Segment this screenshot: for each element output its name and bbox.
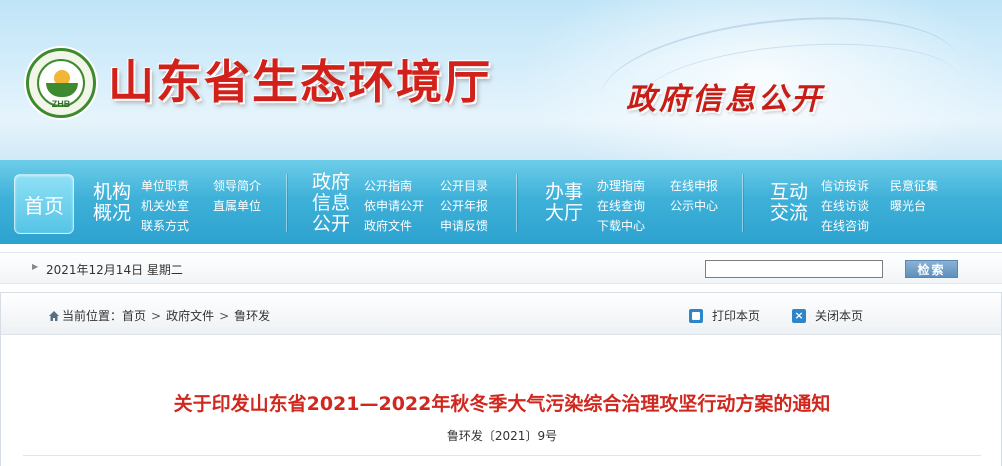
close-page-button[interactable]: × 关闭本页 [792, 307, 863, 324]
nav-link-leaders[interactable]: 领导简介 [213, 177, 261, 194]
nav-link-affiliated-units[interactable]: 直属单位 [213, 197, 261, 214]
current-date: 2021年12月14日 星期二 [46, 263, 183, 277]
nav-separator [286, 174, 287, 232]
nav-group-title-services[interactable]: 办事 大厅 [545, 182, 583, 224]
search-button[interactable]: 检索 [905, 260, 958, 278]
divider [23, 455, 981, 456]
nav-link-unit-duties[interactable]: 单位职责 [141, 177, 189, 194]
nav-link-on-request[interactable]: 依申请公开 [364, 197, 424, 214]
close-icon: × [792, 308, 806, 323]
nav-group-title-interaction[interactable]: 互动 交流 [770, 182, 808, 224]
nav-link-online-query[interactable]: 在线查询 [597, 197, 645, 214]
leaf-icon [46, 83, 78, 97]
breadcrumb-bar: 当前位置： 首页 > 政府文件 > 鲁环发 打印本页 × 关闭本页 [1, 293, 1001, 335]
content-panel: 当前位置： 首页 > 政府文件 > 鲁环发 打印本页 × 关闭本页 关于印发山东… [0, 292, 1002, 466]
breadcrumb: 当前位置： 首页 > 政府文件 > 鲁环发 [48, 307, 270, 324]
document-number: 鲁环发〔2021〕9号 [446, 429, 558, 443]
nav-link-annual-report[interactable]: 公开年报 [440, 197, 488, 214]
nav-link-opinion-poll[interactable]: 民意征集 [890, 177, 938, 194]
search-input[interactable] [705, 260, 883, 278]
breadcrumb-separator: > [219, 308, 230, 323]
breadcrumb-separator: > [151, 308, 162, 323]
main-nav: 首页 机构 概况 单位职责 领导简介 机关处室 直属单位 联系方式 政府 信息 … [0, 160, 1002, 244]
site-title: 山东省生态环境厅 [108, 55, 492, 109]
arrow-right-icon: ▶ [32, 262, 39, 271]
nav-link-online-interview[interactable]: 在线访谈 [821, 197, 869, 214]
date-search-bar: ▶ 2021年12月14日 星期二 检索 [0, 252, 1002, 284]
nav-group-title-disclosure[interactable]: 政府 信息 公开 [312, 172, 350, 235]
nav-link-exposure[interactable]: 曝光台 [890, 197, 926, 214]
nav-link-complaints[interactable]: 信访投诉 [821, 177, 869, 194]
nav-link-contact[interactable]: 联系方式 [141, 217, 189, 234]
nav-separator [742, 174, 743, 232]
nav-group-title-org[interactable]: 机构 概况 [93, 182, 131, 224]
document-title: 关于印发山东省2021—2022年秋冬季大气污染综合治理攻坚行动方案的通知 [173, 393, 831, 415]
nav-link-downloads[interactable]: 下载中心 [597, 217, 645, 234]
nav-link-online-filing[interactable]: 在线申报 [670, 177, 718, 194]
nav-link-disclosure-guide[interactable]: 公开指南 [364, 177, 412, 194]
breadcrumb-prefix: 当前位置： [62, 309, 123, 323]
print-page-button[interactable]: 打印本页 [689, 307, 760, 324]
site-logo[interactable]: ZHB [26, 48, 96, 118]
logo-text: ZHB [51, 99, 71, 109]
nav-link-gov-documents[interactable]: 政府文件 [364, 217, 412, 234]
breadcrumb-item-gov-docs[interactable]: 政府文件 [166, 307, 214, 324]
home-icon [49, 310, 59, 321]
nav-link-online-consult[interactable]: 在线咨询 [821, 217, 869, 234]
printer-icon [689, 308, 703, 323]
nav-link-disclosure-catalog[interactable]: 公开目录 [440, 177, 488, 194]
nav-link-service-guide[interactable]: 办理指南 [597, 177, 645, 194]
nav-link-departments[interactable]: 机关处室 [141, 197, 189, 214]
nav-separator [516, 174, 517, 232]
print-page-label: 打印本页 [712, 309, 761, 323]
close-page-label: 关闭本页 [815, 309, 864, 323]
nav-home-button[interactable]: 首页 [14, 174, 74, 234]
site-banner: ZHB 山东省生态环境厅 政府信息公开 [0, 0, 1002, 160]
nav-link-public-notice[interactable]: 公示中心 [670, 197, 718, 214]
nav-link-request-feedback[interactable]: 申请反馈 [440, 217, 488, 234]
breadcrumb-item-luhuanfa[interactable]: 鲁环发 [234, 307, 270, 324]
breadcrumb-item-home[interactable]: 首页 [122, 307, 146, 324]
section-title: 政府信息公开 [626, 82, 824, 117]
